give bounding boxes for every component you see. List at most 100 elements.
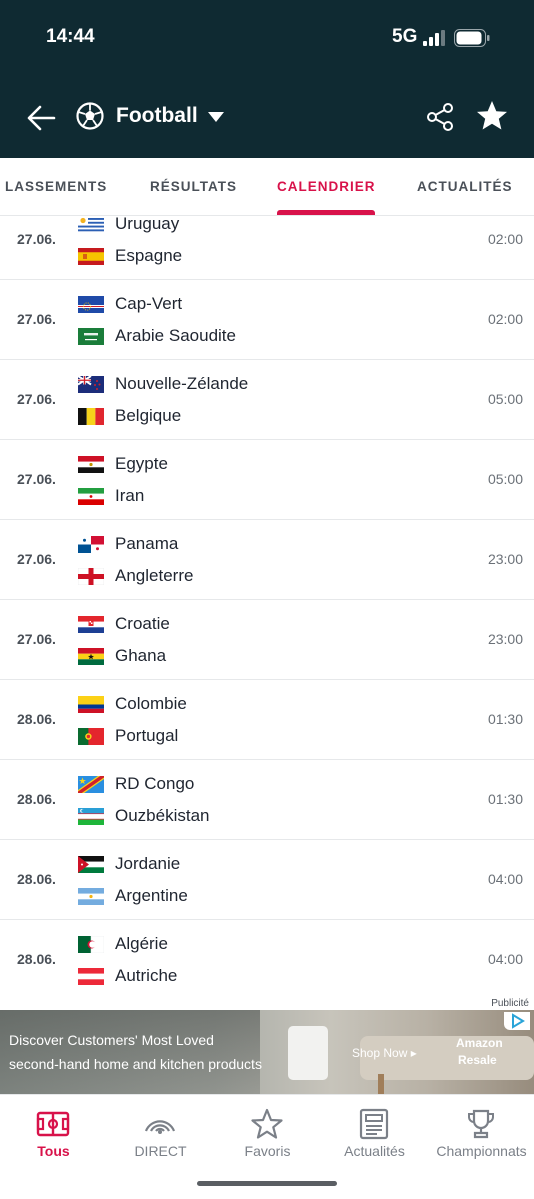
match-row[interactable]: 27.06. Egypte Iran 05:00 (0, 440, 534, 520)
home-team-name: Egypte (115, 454, 168, 473)
caret-down-icon[interactable] (206, 110, 226, 124)
match-row[interactable]: 27.06. Nouvelle-Zélande Belgique 05:00 (0, 360, 534, 440)
away-team-name: Iran (115, 486, 145, 505)
nav-actualites[interactable]: Actualités (321, 1095, 428, 1173)
match-row[interactable]: 28.06. Algérie Autriche 04:00 (0, 920, 534, 998)
match-time: 01:30 (487, 791, 523, 807)
argentina-flag-icon (78, 888, 104, 905)
match-date: 28.06. (17, 791, 56, 807)
match-row[interactable]: 28.06. Jordanie Argentine 04:00 (0, 840, 534, 920)
battery-icon (454, 29, 490, 47)
adchoices-icon[interactable] (504, 1012, 530, 1030)
match-time: 02:00 (487, 231, 523, 247)
home-team-name: Nouvelle-Zélande (115, 374, 249, 393)
back-arrow-icon[interactable] (24, 100, 60, 136)
home-team-name: Jordanie (115, 854, 181, 873)
ad-label: Publicité (491, 998, 529, 1009)
away-team-name: Arabie Saoudite (115, 326, 236, 345)
live-broadcast-icon (144, 1120, 176, 1134)
star-icon[interactable] (474, 98, 510, 134)
away-team-name: Espagne (115, 246, 183, 265)
belgium-flag-icon (78, 408, 104, 425)
away-team-name: Belgique (115, 406, 182, 425)
home-team-name: Colombie (115, 694, 187, 713)
away-team-name: Ouzbékistan (115, 806, 210, 825)
cape-verde-flag-icon (78, 296, 104, 313)
away-team-name: Autriche (115, 966, 178, 985)
tab-classements[interactable]: LASSEMENTS (5, 158, 107, 215)
match-time: 02:00 (487, 311, 523, 327)
pitch-icon (36, 1111, 70, 1137)
match-time: 23:00 (487, 631, 523, 647)
away-team-name: Ghana (115, 646, 167, 665)
ad-robot-vacuum-image (288, 1026, 328, 1080)
ad-shop-now-button[interactable]: Shop Now ▸ (352, 1046, 417, 1060)
nav-favoris-label: Favoris (244, 1143, 291, 1159)
match-row[interactable]: 27.06. Croatie Ghana 23:00 (0, 600, 534, 680)
austria-flag-icon (78, 968, 104, 985)
match-date: 28.06. (17, 951, 56, 967)
ad-background-shelf (0, 1010, 260, 1094)
match-time: 04:00 (487, 871, 523, 887)
match-date: 28.06. (17, 871, 56, 887)
nav-direct[interactable]: DIRECT (107, 1095, 214, 1173)
signal-strength-icon (423, 30, 445, 46)
home-team-name: Uruguay (115, 216, 180, 233)
home-team-name: Croatie (115, 614, 170, 633)
fixtures-list[interactable]: 27.06. Uruguay Espagne 02:00 27.06. Cap-… (0, 216, 534, 998)
sport-selector-title[interactable]: Football (116, 104, 198, 128)
jordan-flag-icon (78, 856, 104, 873)
match-date: 28.06. (17, 711, 56, 727)
home-indicator[interactable] (197, 1181, 337, 1186)
nav-favoris[interactable]: Favoris (214, 1095, 321, 1173)
nav-actualites-label: Actualités (344, 1143, 405, 1159)
nav-championnats-label: Championnats (436, 1143, 527, 1159)
nav-tous[interactable]: Tous (0, 1095, 107, 1173)
tab-calendrier[interactable]: CALENDRIER (277, 158, 376, 215)
match-time: 05:00 (487, 471, 523, 487)
match-time: 23:00 (487, 551, 523, 567)
away-team-name: Angleterre (115, 566, 194, 585)
ad-banner[interactable]: Discover Customers' Most Loved second-ha… (0, 1010, 534, 1094)
match-row[interactable]: 27.06. Cap-Vert Arabie Saoudite 02:00 (0, 280, 534, 360)
star-outline-icon (251, 1108, 283, 1139)
status-time: 14:44 (46, 26, 95, 47)
network-type: 5G (392, 26, 418, 47)
saudi-arabia-flag-icon (78, 328, 104, 345)
ad-brand-line2: Resale (458, 1053, 497, 1067)
iran-flag-icon (78, 488, 104, 505)
away-team-name: Argentine (115, 886, 188, 905)
tab-resultats[interactable]: RÉSULTATS (150, 158, 237, 215)
panama-flag-icon (78, 536, 104, 553)
app-header: 14:44 5G Football (0, 0, 534, 158)
trophy-icon (468, 1109, 494, 1139)
away-team-name: Portugal (115, 726, 179, 745)
soccer-ball-icon[interactable] (76, 102, 104, 130)
croatia-flag-icon (78, 616, 104, 633)
ghana-flag-icon (78, 648, 104, 665)
spain-flag-icon (78, 248, 104, 265)
home-team-name: RD Congo (115, 774, 195, 793)
section-tabs: LASSEMENTS RÉSULTATS CALENDRIER ACTUALIT… (0, 158, 534, 216)
share-icon[interactable] (424, 101, 456, 133)
match-row[interactable]: 27.06. Uruguay Espagne 02:00 (0, 216, 534, 280)
ad-headline: Discover Customers' Most Loved (9, 1032, 214, 1048)
algeria-flag-icon (78, 936, 104, 953)
active-tab-indicator (277, 210, 375, 215)
match-date: 27.06. (17, 391, 56, 407)
match-date: 27.06. (17, 631, 56, 647)
match-time: 04:00 (487, 951, 523, 967)
match-date: 27.06. (17, 231, 56, 247)
home-team-name: Cap-Vert (115, 294, 183, 313)
ad-subline: second-hand home and kitchen products (9, 1056, 262, 1072)
match-row[interactable]: 28.06. RD Congo Ouzbékistan 01:30 (0, 760, 534, 840)
newspaper-icon (359, 1108, 389, 1140)
tab-actualites[interactable]: ACTUALITÉS (417, 158, 513, 215)
match-row[interactable]: 27.06. Panama Angleterre 23:00 (0, 520, 534, 600)
match-row[interactable]: 28.06. Colombie Portugal 01:30 (0, 680, 534, 760)
portugal-flag-icon (78, 728, 104, 745)
nav-direct-label: DIRECT (134, 1143, 187, 1159)
match-date: 27.06. (17, 311, 56, 327)
egypt-flag-icon (78, 456, 104, 473)
nav-championnats[interactable]: Championnats (428, 1095, 534, 1173)
